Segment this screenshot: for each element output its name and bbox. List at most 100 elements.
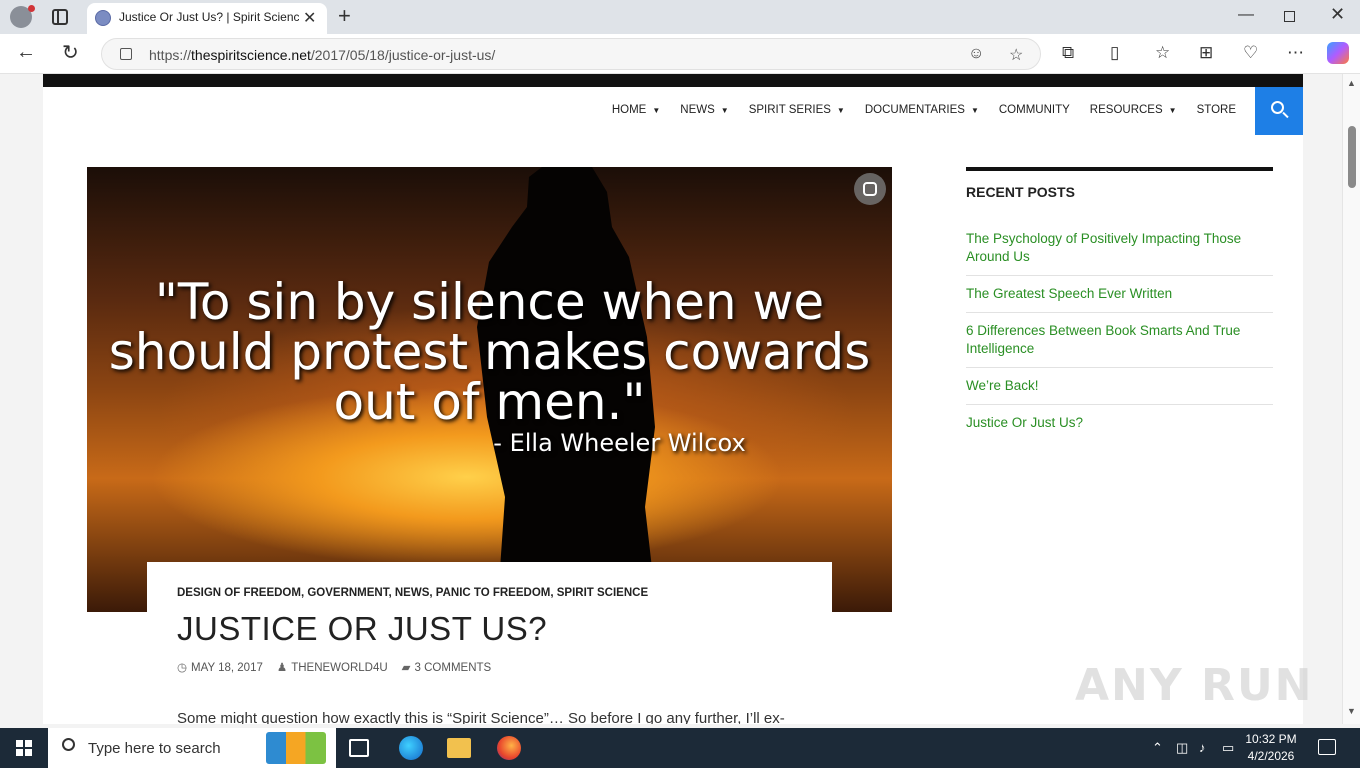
clock-icon: ◷ — [177, 662, 188, 674]
user-icon: ♟ — [276, 662, 288, 674]
nav-item-spirit-series[interactable]: SPIRIT SERIES ▼ — [739, 104, 855, 116]
start-pane — [16, 749, 23, 756]
nav-item-home[interactable]: HOME ▼ — [602, 104, 670, 116]
category-links[interactable]: DESIGN OF FREEDOM, GOVERNMENT, NEWS, PAN… — [177, 587, 648, 599]
edge-icon[interactable] — [399, 736, 423, 760]
widget-divider — [966, 167, 1273, 171]
search-icon — [62, 738, 75, 751]
visual-search-button[interactable] — [854, 173, 886, 205]
caret-down-icon: ▼ — [720, 106, 729, 115]
file-explorer-icon[interactable] — [447, 738, 471, 758]
windows-start-icon[interactable] — [16, 740, 32, 756]
new-tab-icon[interactable]: + — [338, 3, 351, 29]
show-hidden-icons-icon[interactable]: ⌃ — [1152, 740, 1163, 756]
clock-date: 4/2/2026 — [1247, 749, 1295, 763]
nav-label: RESOURCES — [1089, 104, 1163, 116]
scroll-thumb[interactable] — [1348, 126, 1356, 188]
search-icon-handle — [1282, 111, 1289, 119]
close-window-icon[interactable]: ✕ — [1330, 4, 1345, 25]
site-favicon-icon — [95, 10, 111, 26]
taskbar: Type here to search ⌃ ◫ ♪ ▭ 10:32 PM 4/2… — [0, 728, 1360, 768]
recent-post-link[interactable]: The Psychology of Positively Impacting T… — [966, 230, 1273, 276]
task-view-icon[interactable] — [349, 739, 369, 757]
notifications-icon[interactable] — [1318, 739, 1336, 755]
header-banner — [43, 74, 1303, 87]
favorite-icon[interactable]: ☆ — [1009, 45, 1023, 65]
comments-text: 3 COMMENTS — [414, 662, 492, 674]
page-title: JUSTICE OR JUST US? — [177, 610, 548, 647]
recent-post-link[interactable]: 6 Differences Between Book Smarts And Tr… — [966, 322, 1273, 368]
anyrun-watermark: ANY RUN — [1075, 660, 1314, 711]
collections-icon[interactable]: ⊞ — [1199, 43, 1213, 63]
url-text[interactable]: https://thespiritscience.net/2017/05/18/… — [149, 47, 495, 63]
recent-posts-list: The Psychology of Positively Impacting T… — [966, 230, 1273, 441]
site-search-button[interactable] — [1255, 87, 1303, 135]
start-pane — [25, 749, 32, 756]
post-date[interactable]: ◷ MAY 18, 2017 — [177, 660, 263, 674]
nav-label: HOME — [611, 104, 647, 116]
split-screen-icon[interactable]: ▯ — [1110, 43, 1119, 63]
taskbar-search[interactable]: Type here to search — [48, 728, 336, 768]
favorites-icon[interactable]: ☆ — [1155, 43, 1170, 63]
nav-label: COMMUNITY — [998, 104, 1070, 116]
nav-item-news[interactable]: NEWS ▼ — [670, 104, 738, 116]
reload-icon[interactable]: ↻ — [62, 40, 79, 65]
sidebar: RECENT POSTS The Psychology of Positivel… — [966, 167, 1273, 450]
more-icon[interactable]: ⋯ — [1287, 43, 1304, 63]
nav-label: DOCUMENTARIES — [864, 104, 965, 116]
featured-image[interactable]: "To sin by silence when we should protes… — [87, 167, 892, 612]
active-tab[interactable]: Justice Or Just Us? | Spirit Science ✕ — [87, 3, 327, 34]
recent-post-link[interactable]: We’re Back! — [966, 377, 1273, 405]
entry-header: DESIGN OF FREEDOM, GOVERNMENT, NEWS, PAN… — [147, 562, 832, 724]
scroll-down-icon[interactable]: ▼ — [1347, 706, 1356, 716]
caret-down-icon: ▼ — [652, 106, 661, 115]
entry-meta: ◷ MAY 18, 2017 ♟ THENEWORLD4U ▰ 3 COMMENTS — [177, 660, 491, 674]
entry-excerpt: Some might question how exactly this is … — [177, 710, 785, 724]
extensions-icon[interactable]: ⧉ — [1062, 43, 1074, 63]
lock-icon[interactable] — [120, 48, 132, 60]
author-text: THENEWORLD4U — [291, 662, 388, 674]
maximize-icon[interactable] — [1284, 11, 1295, 22]
visual-search-icon — [863, 182, 877, 196]
date-text: MAY 18, 2017 — [191, 662, 263, 674]
notification-dot — [28, 5, 35, 12]
firefox-icon[interactable] — [497, 736, 521, 760]
reader-icon[interactable]: ☺ — [968, 45, 984, 63]
url-host: thespiritscience.net — [191, 47, 311, 63]
recent-post-link[interactable]: The Greatest Speech Ever Written — [966, 285, 1273, 313]
nav-item-store[interactable]: STORE — [1187, 104, 1246, 116]
url-field[interactable]: https://thespiritscience.net/2017/05/18/… — [101, 38, 1041, 70]
copilot-icon[interactable] — [1327, 42, 1349, 64]
scroll-up-icon[interactable]: ▲ — [1347, 78, 1356, 88]
nav-item-community[interactable]: COMMUNITY — [989, 104, 1080, 116]
performance-icon[interactable]: ♡ — [1243, 43, 1258, 63]
recent-post-link[interactable]: Justice Or Just Us? — [966, 414, 1273, 441]
meet-now-icon[interactable]: ◫ — [1176, 740, 1188, 756]
volume-icon[interactable]: ♪ — [1199, 740, 1206, 755]
site-container: HOME ▼ NEWS ▼ SPIRIT SERIES ▼ DOCUMENTARIES… — [43, 74, 1303, 724]
primary-menu: HOME ▼ NEWS ▼ SPIRIT SERIES ▼ DOCUMENTARIES… — [602, 104, 1246, 116]
caret-down-icon: ▼ — [836, 106, 845, 115]
nav-item-documentaries[interactable]: DOCUMENTARIES ▼ — [855, 104, 989, 116]
taskbar-clock[interactable]: 10:32 PM 4/2/2026 — [1240, 731, 1302, 765]
tab-bar: Justice Or Just Us? | Spirit Science ✕ +… — [0, 0, 1360, 34]
search-highlight-image — [266, 732, 326, 764]
comment-icon: ▰ — [401, 662, 411, 674]
caret-down-icon: ▼ — [970, 106, 979, 115]
post-comments[interactable]: ▰ 3 COMMENTS — [402, 660, 492, 674]
tabs-icon[interactable] — [52, 9, 68, 25]
close-tab-icon[interactable]: ✕ — [303, 8, 316, 28]
quote-line-3: out of men." — [333, 373, 646, 431]
url-prefix: https:// — [149, 47, 192, 63]
widget-title: RECENT POSTS — [966, 184, 1075, 200]
minimize-icon[interactable]: — — [1238, 6, 1254, 24]
nav-item-resources[interactable]: RESOURCES ▼ — [1080, 104, 1187, 116]
back-icon[interactable]: ← — [16, 41, 36, 64]
clock-time: 10:32 PM — [1245, 732, 1297, 746]
page-viewport: HOME ▼ NEWS ▼ SPIRIT SERIES ▼ DOCUMENTARIES… — [0, 74, 1342, 724]
nav-label: SPIRIT SERIES — [748, 104, 831, 116]
page-scrollbar[interactable]: ▲ ▼ — [1342, 74, 1360, 724]
network-icon[interactable]: ▭ — [1222, 740, 1234, 756]
caret-down-icon: ▼ — [1168, 106, 1177, 115]
post-author[interactable]: ♟ THENEWORLD4U — [277, 660, 388, 674]
